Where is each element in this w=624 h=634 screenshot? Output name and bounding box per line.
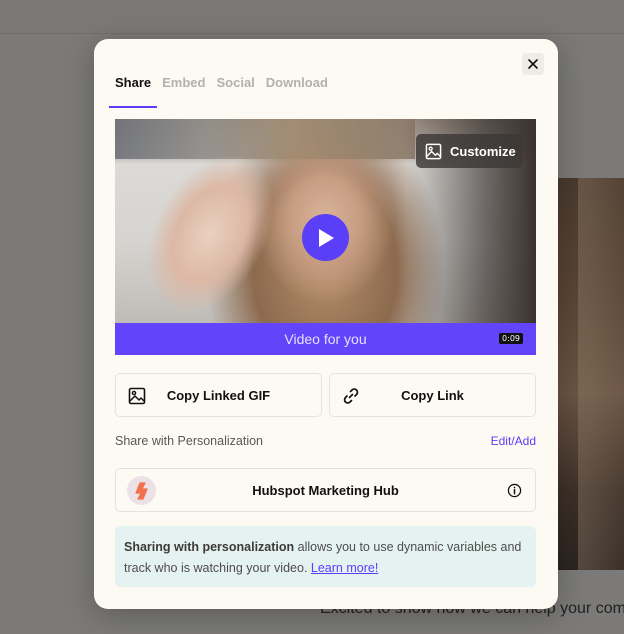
close-button[interactable] [522,53,544,75]
personalization-info-note: Sharing with personalization allows you … [115,526,536,587]
integration-name: Hubspot Marketing Hub [252,482,399,498]
customize-button[interactable]: Customize [416,134,522,168]
info-icon[interactable] [507,483,522,498]
video-preview[interactable]: Customize Video for you 0:09 [115,119,536,355]
customize-label: Customize [450,143,516,159]
link-icon [343,388,359,404]
hubspot-logo-icon [127,476,156,505]
background-video-preview [548,178,624,570]
note-bold-text: Sharing with personalization [124,540,295,554]
personalization-header: Share with Personalization Edit/Add [115,434,536,448]
play-button[interactable] [302,214,349,261]
copy-linked-gif-label: Copy Linked GIF [166,387,271,403]
close-icon [528,59,538,69]
copy-linked-gif-button[interactable]: Copy Linked GIF [115,373,322,417]
tab-share[interactable]: Share [108,75,158,108]
copy-link-button[interactable]: Copy Link [329,373,536,417]
video-title: Video for you [284,331,367,347]
personalization-label: Share with Personalization [115,434,263,448]
share-modal: Share Embed Social Download Customize Vi… [94,39,558,609]
image-icon [425,143,442,159]
image-icon [128,387,146,405]
tab-bar: Share Embed Social Download [108,75,328,108]
video-title-bar: Video for you 0:09 [115,323,536,355]
copy-link-label: Copy Link [401,387,464,403]
learn-more-link[interactable]: Learn more! [311,561,378,575]
copy-actions: Copy Linked GIF Copy Link [115,373,536,417]
background-topbar [0,0,624,34]
edit-add-link[interactable]: Edit/Add [491,434,536,448]
video-background-shelf [115,119,415,159]
play-icon [318,228,334,247]
tab-embed[interactable]: Embed [162,75,205,108]
integration-hubspot[interactable]: Hubspot Marketing Hub [115,468,536,512]
tab-social[interactable]: Social [216,75,254,108]
video-duration: 0:09 [499,333,523,344]
tab-download[interactable]: Download [266,75,328,108]
